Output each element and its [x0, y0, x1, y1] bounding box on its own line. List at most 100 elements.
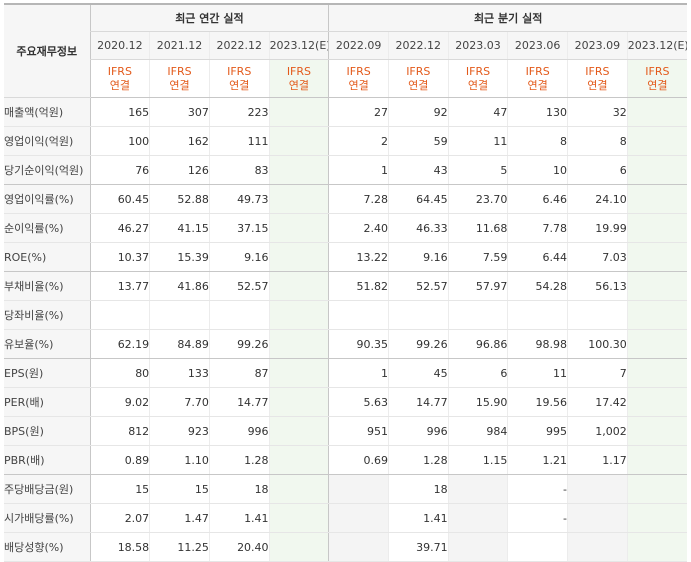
quarter-value-cell: 1.41: [387, 503, 449, 533]
annual-value-cell: 37.15: [208, 213, 270, 243]
annual-value-cell: 87: [208, 358, 270, 388]
annual-value-cell: 84.89: [149, 329, 210, 359]
quarter-value-cell: 6.46: [507, 184, 568, 214]
quarter-value-cell: 18: [387, 474, 449, 504]
quarter-value-cell: [567, 300, 628, 330]
table-row: 영업이익(억원) 100 162 111 2 59 11 8 8: [4, 126, 687, 156]
ifrs-consolidated-label: IFRS 연결: [387, 59, 449, 98]
annual-value-cell: 15.39: [149, 242, 210, 272]
quarter-value-cell: 11: [507, 358, 568, 388]
annual-estimate-cell: [268, 271, 329, 301]
quarter-value-cell: [328, 474, 389, 504]
quarter-value-cell: 5: [447, 155, 508, 185]
ifrs-text: IFRS: [525, 64, 550, 78]
row-header-label: 주요재무정보: [4, 3, 90, 98]
annual-estimate-cell: [268, 184, 329, 214]
table-row: ROE(%) 10.37 15.39 9.16 13.22 9.16 7.59 6.44 7.0…: [4, 242, 687, 272]
row-label: 매출액(억원): [4, 97, 90, 127]
row-label: ROE(%): [4, 242, 90, 272]
table-row: 당기순이익(억원) 76 126 83 1 43 5 10 6: [4, 155, 687, 185]
ifrs-consolidated-label: IFRS 연결: [447, 59, 508, 98]
table-row: EPS(원) 80 133 87 1 45 6 11 7: [4, 358, 687, 388]
quarter-estimate-cell: [626, 242, 687, 272]
quarter-value-cell: 46.33: [387, 213, 449, 243]
quarter-estimate-cell: [626, 300, 687, 330]
quarter-value-cell: 7.59: [447, 242, 508, 272]
quarter-value-cell: 27: [328, 97, 389, 127]
annual-value-cell: 7.70: [149, 387, 210, 417]
quarter-value-cell: 39.71: [387, 532, 449, 562]
quarter-value-cell: 2: [328, 126, 389, 156]
quarter-estimate-cell: [626, 387, 687, 417]
quarter-value-cell: [328, 532, 389, 562]
quarter-value-cell: 32: [567, 97, 628, 127]
quarter-value-cell: 59: [387, 126, 449, 156]
quarter-estimate-cell: [626, 503, 687, 533]
annual-estimate-cell: [268, 329, 329, 359]
annual-value-cell: 20.40: [208, 532, 270, 562]
quarter-value-cell: 19.99: [567, 213, 628, 243]
ifrs-consolidated-label: IFRS 연결: [268, 59, 329, 98]
annual-value-cell: 52.57: [208, 271, 270, 301]
quarter-value-cell: 8: [507, 126, 568, 156]
quarter-value-cell: 56.13: [567, 271, 628, 301]
quarter-value-cell: 1.15: [447, 445, 508, 475]
annual-estimate-cell: [268, 213, 329, 243]
annual-value-cell: 9.02: [89, 387, 150, 417]
annual-value-cell: 83: [208, 155, 270, 185]
consolidated-text: 연결: [527, 78, 548, 92]
quarter-estimate-cell: [626, 271, 687, 301]
quarter-value-cell: 6: [447, 358, 508, 388]
quarter-value-cell: -: [507, 503, 568, 533]
quarter-value-cell: 1: [328, 155, 389, 185]
quarter-value-cell: 96.86: [447, 329, 508, 359]
consolidated-text: 연결: [229, 78, 250, 92]
consolidated-text: 연결: [169, 78, 190, 92]
ifrs-text: IFRS: [465, 64, 491, 78]
ifrs-consolidated-label: IFRS 연결: [507, 59, 568, 98]
quarter-estimate-cell: [626, 97, 687, 127]
consolidated-text: 연결: [348, 78, 369, 92]
quarter-value-cell: [507, 300, 568, 330]
quarter-estimate-cell: [626, 532, 687, 562]
annual-value-cell: 307: [149, 97, 210, 127]
ifrs-consolidated-label: IFRS 연결: [149, 59, 210, 98]
annual-estimate-cell: [268, 387, 329, 417]
annual-value-cell: 812: [89, 416, 150, 446]
quarter-value-cell: 51.82: [328, 271, 389, 301]
row-label: 주당배당금(원): [4, 474, 90, 504]
quarter-estimate-cell: [626, 474, 687, 504]
quarter-value-cell: 0.69: [328, 445, 389, 475]
table-row: 유보율(%) 62.19 84.89 99.26 90.35 99.26 96.86 98.9…: [4, 329, 687, 359]
ifrs-consolidated-label: IFRS 연결: [328, 59, 389, 98]
quarter-value-cell: 13.22: [328, 242, 389, 272]
quarter-value-cell: 984: [447, 416, 508, 446]
ifrs-text: IFRS: [406, 64, 431, 78]
table-row: PER(배) 9.02 7.70 14.77 5.63 14.77 15.90 19.56 17…: [4, 387, 687, 417]
quarter-value-cell: 2.40: [328, 213, 389, 243]
annual-value-cell: 126: [149, 155, 210, 185]
annual-value-cell: 15: [149, 474, 210, 504]
quarter-value-cell: 7.03: [567, 242, 628, 272]
quarter-value-cell: 15.90: [447, 387, 508, 417]
annual-estimate-cell: [268, 532, 329, 562]
consolidated-text: 연결: [647, 78, 668, 92]
ifrs-consolidated-label: IFRS 연결: [89, 59, 150, 98]
annual-value-cell: [149, 300, 210, 330]
quarter-value-cell: -: [507, 474, 568, 504]
annual-value-cell: 1.28: [208, 445, 270, 475]
quarter-value-cell: 100.30: [567, 329, 628, 359]
quarter-value-cell: 1.21: [507, 445, 568, 475]
quarter-estimate-cell: [626, 184, 687, 214]
period-quarter-1: 2022.09: [328, 31, 389, 60]
table-row: 매출액(억원) 165 307 223 27 92 47 130 32: [4, 97, 687, 127]
annual-value-cell: 52.88: [149, 184, 210, 214]
annual-value-cell: 133: [149, 358, 210, 388]
period-header-row: 2020.12 2021.12 2022.12 2023.12(E) 2022.…: [4, 31, 687, 60]
quarter-value-cell: 47: [447, 97, 508, 127]
annual-value-cell: 1.47: [149, 503, 210, 533]
quarter-value-cell: 57.97: [447, 271, 508, 301]
annual-value-cell: 18: [208, 474, 270, 504]
annual-value-cell: 923: [149, 416, 210, 446]
quarter-value-cell: 11.68: [447, 213, 508, 243]
